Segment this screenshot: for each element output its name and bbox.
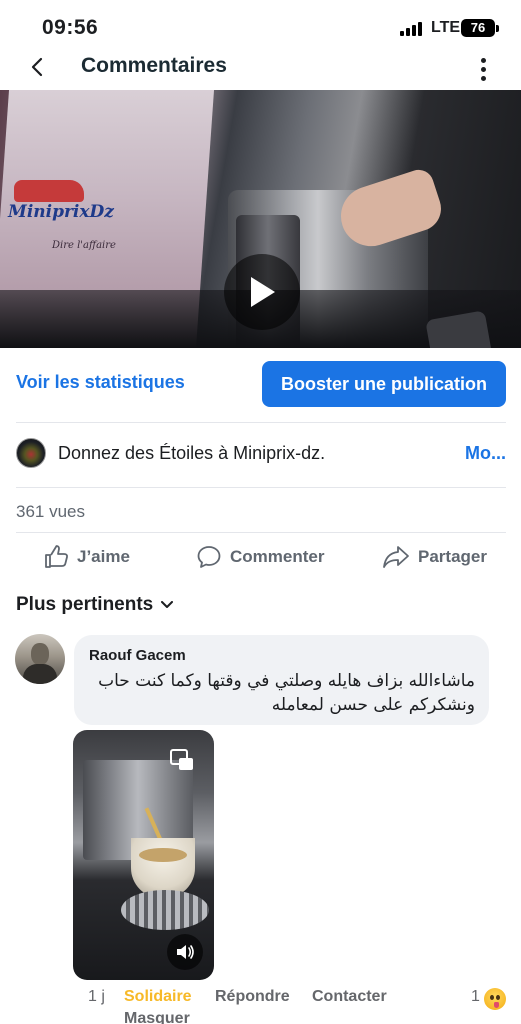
stars-promo-text: Donnez des Étoiles à Miniprix-dz. — [58, 443, 326, 463]
brand-tagline: Dire l'affaire — [52, 240, 116, 251]
divider — [16, 532, 506, 533]
share-icon — [383, 546, 409, 568]
play-button[interactable] — [224, 254, 300, 330]
speaker-icon — [177, 945, 194, 959]
sort-label: Plus pertinents — [16, 594, 154, 615]
app-header: Commentaires — [0, 48, 521, 88]
logo-car — [14, 180, 84, 202]
comment-author[interactable]: Raouf Gacem — [89, 647, 186, 664]
drip-tray — [121, 890, 209, 930]
commenter-avatar[interactable] — [15, 634, 65, 684]
share-label: Partager — [418, 547, 487, 566]
volume-button[interactable] — [167, 934, 203, 970]
avatar-body — [23, 664, 57, 684]
wow-emoji-icon[interactable] — [484, 988, 506, 1010]
thumbs-up-icon — [45, 545, 68, 568]
battery-icon: 76 — [461, 19, 495, 37]
comment-time: 1 j — [88, 988, 105, 1005]
status-time: 09:56 — [42, 16, 99, 39]
share-button[interactable]: Partager — [382, 544, 487, 570]
like-label: J’aime — [77, 547, 130, 566]
comment-button[interactable]: Commenter — [196, 544, 324, 570]
boost-post-button[interactable]: Booster une publication — [262, 361, 506, 407]
solidaire-button[interactable]: Solidaire — [124, 988, 192, 1006]
comment-video-attachment[interactable] — [73, 730, 214, 980]
comment-text: ماشاءالله بزاف هايله وصلتي في وقتها وكما… — [98, 671, 475, 715]
comment-label: Commenter — [230, 547, 325, 566]
stars-promo[interactable]: Donnez des Étoiles à Miniprix-dz. Mo... — [16, 438, 506, 470]
coffee-cup — [131, 838, 195, 898]
comment-sort-selector[interactable]: Plus pertinents — [16, 594, 174, 616]
picture-in-picture-icon[interactable] — [169, 748, 195, 772]
chevron-left-icon — [31, 57, 43, 77]
divider — [16, 422, 506, 423]
back-button[interactable] — [22, 52, 52, 82]
page-title: Commentaires — [81, 54, 227, 77]
reaction-count: 1 — [471, 988, 480, 1005]
page-avatar — [16, 438, 46, 468]
stars-more-link[interactable]: Mo... — [465, 443, 506, 464]
avatar-face — [31, 643, 49, 665]
coffee — [139, 848, 187, 862]
view-stats-link[interactable]: Voir les statistiques — [16, 372, 185, 393]
brand-logo-text: MiniprixDz — [8, 202, 114, 222]
emoji-tongue — [494, 1002, 499, 1008]
contact-button[interactable]: Contacter — [312, 988, 387, 1006]
more-options-button[interactable] — [470, 54, 496, 84]
status-bar: 09:56 LTE 76 — [0, 0, 521, 52]
comment-bubble[interactable]: Raouf Gacem ماشاءالله بزاف هايله وصلتي ف… — [74, 635, 489, 725]
chevron-down-icon — [161, 601, 174, 608]
kebab-dot — [480, 75, 486, 81]
kebab-dot — [480, 66, 486, 72]
play-icon — [251, 277, 275, 307]
signal-icon — [400, 22, 426, 36]
battery-tip — [496, 25, 499, 32]
kebab-menu-icon — [480, 57, 486, 63]
divider — [16, 487, 506, 488]
view-count: 361 vues — [16, 502, 85, 521]
reply-button[interactable]: Répondre — [215, 988, 290, 1006]
comment-icon — [197, 546, 221, 568]
post-video[interactable]: MiniprixDz Dire l'affaire — [0, 90, 521, 348]
like-button[interactable]: J’aime — [43, 544, 130, 570]
hide-button[interactable]: Masquer — [124, 1010, 190, 1024]
reaction-bar: J’aime Commenter Partager — [0, 540, 521, 576]
comment-actions: 1 j Solidaire Répondre Contacter Masquer… — [0, 988, 521, 1024]
network-label: LTE — [431, 19, 461, 36]
